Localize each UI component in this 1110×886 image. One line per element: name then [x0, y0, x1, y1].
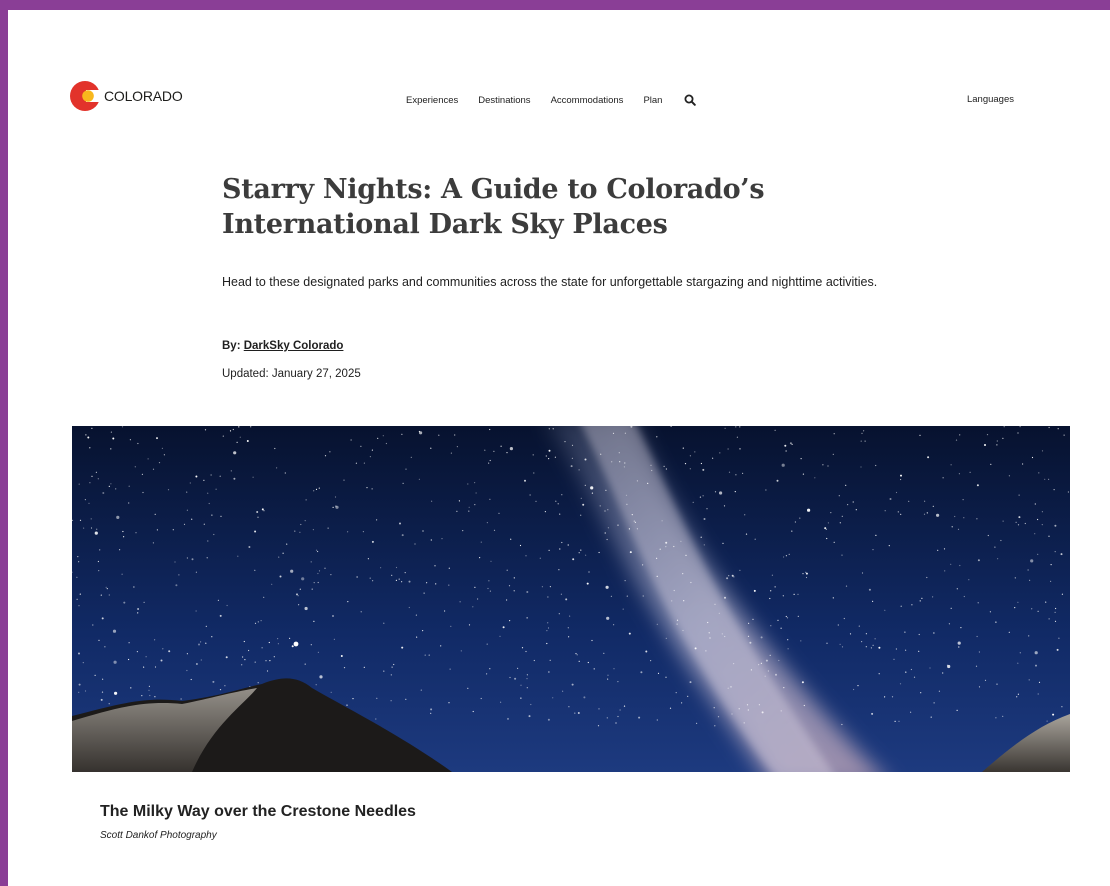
hero-caption-credit: Scott Dankof Photography [100, 830, 217, 841]
author-link[interactable]: DarkSky Colorado [244, 340, 344, 352]
article-subtitle: Head to these designated parks and commu… [222, 275, 878, 289]
search-icon[interactable] [684, 94, 697, 106]
main-nav: Experiences Destinations Accommodations … [406, 94, 697, 106]
hero-image [72, 426, 1070, 772]
page-title: Starry Nights: A Guide to Colorado’s Int… [222, 174, 765, 240]
nav-item-destinations[interactable]: Destinations [478, 95, 530, 106]
page: COLORADO Experiences Destinations Accomm… [8, 10, 1110, 886]
languages-link[interactable]: Languages [967, 94, 1014, 105]
byline: By: DarkSky Colorado [222, 340, 343, 352]
byline-prefix: By: [222, 340, 241, 352]
nav-item-experiences[interactable]: Experiences [406, 95, 458, 106]
colorado-logo[interactable]: COLORADO [70, 81, 183, 111]
brand-name: COLORADO [104, 88, 183, 104]
colorado-c-logo-icon [70, 81, 100, 111]
hero-caption-title: The Milky Way over the Crestone Needles [100, 803, 416, 820]
updated-date: Updated: January 27, 2025 [222, 368, 361, 380]
nav-item-plan[interactable]: Plan [643, 95, 662, 106]
nav-item-accommodations[interactable]: Accommodations [551, 95, 624, 106]
